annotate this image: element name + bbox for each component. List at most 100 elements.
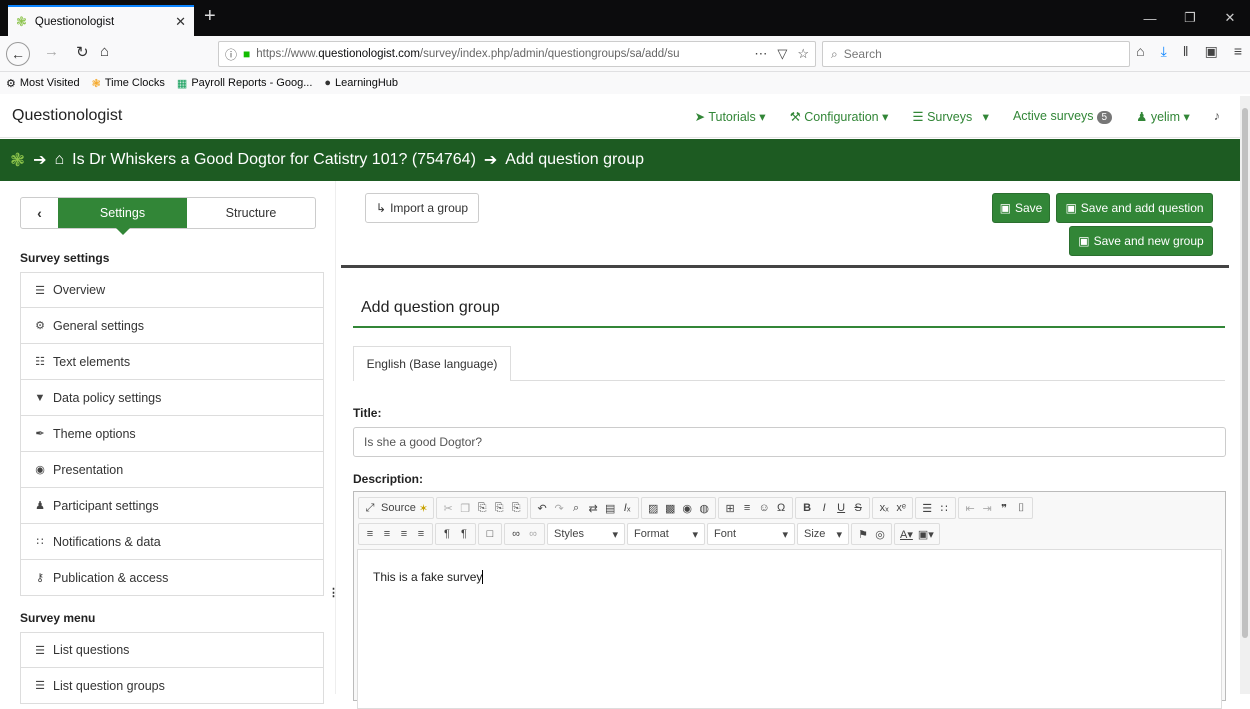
underline-icon[interactable]: U (833, 499, 849, 517)
sidebar-item-participant-settings[interactable]: ♟ Participant settings (20, 488, 324, 524)
source-button[interactable]: Source ✶ (379, 499, 430, 517)
ltr-icon[interactable]: ¶ (439, 525, 455, 543)
rtl-icon[interactable]: ¶ (456, 525, 472, 543)
nav-user[interactable]: ♟ yelim ▾ (1136, 109, 1190, 124)
page-actions-icon[interactable]: ⋯ (754, 46, 767, 62)
restore-icon[interactable]: ❐ (1170, 0, 1210, 36)
home-icon[interactable]: ⌂ (55, 151, 65, 169)
nav-configuration[interactable]: ⚒ Configuration ▾ (790, 109, 889, 124)
bold-icon[interactable]: B (799, 499, 815, 517)
tab-structure[interactable]: Structure (187, 198, 315, 228)
link-icon[interactable]: ∞ (508, 525, 524, 543)
sidebar-item-theme-options[interactable]: ✒ Theme options (20, 416, 324, 452)
sidebar-item-overview[interactable]: ☰ Overview (20, 272, 324, 308)
align-right-icon[interactable]: ≡ (396, 525, 412, 543)
home-icon[interactable]: ⌂ (100, 43, 109, 60)
browser-tab[interactable]: ❃ Questionologist ✕ (8, 5, 194, 36)
text-color-icon[interactable]: A▾ (898, 525, 915, 543)
sidebar-item-data-policy[interactable]: ▼ Data policy settings (20, 380, 324, 416)
blockquote-icon[interactable]: ❞ (996, 499, 1012, 517)
paste-text-icon[interactable]: ⎘ (491, 499, 507, 517)
description-editor-area[interactable]: This is a fake survey​ (357, 549, 1222, 709)
redo-icon[interactable]: ↷ (551, 499, 567, 517)
superscript-icon[interactable]: xᵉ (893, 499, 909, 517)
align-center-icon[interactable]: ≡ (379, 525, 395, 543)
size-select[interactable]: Size ▾ (797, 523, 849, 545)
paste-icon[interactable]: ⎘ (474, 499, 490, 517)
flash-icon[interactable]: ▩ (662, 499, 678, 517)
close-tab-icon[interactable]: ✕ (175, 14, 186, 30)
collapse-sidebar-icon[interactable]: ‹ (21, 198, 58, 228)
page-scrollbar[interactable] (1240, 96, 1250, 694)
bookmark-time-clocks[interactable]: ❃ Time Clocks (92, 77, 165, 90)
library-icon[interactable]: ‖ (1183, 43, 1189, 60)
video-icon[interactable]: ◉ (679, 499, 695, 517)
menu-icon[interactable]: ≡ (1234, 43, 1242, 60)
nav-surveys[interactable]: ☰ Surveys ▾ (912, 109, 989, 124)
bell-icon[interactable]: ♪ (1214, 109, 1220, 124)
templates-icon[interactable]: □ (482, 525, 498, 543)
save-new-group-button[interactable]: ▣ Save and new group (1069, 226, 1213, 256)
image-icon[interactable]: ▨ (645, 499, 661, 517)
bookmark-star-icon[interactable]: ☆ (797, 46, 809, 62)
bulleted-list-icon[interactable]: ∷ (936, 499, 952, 517)
forward-icon[interactable]: → (44, 43, 59, 60)
replace-icon[interactable]: ⇄ (585, 499, 601, 517)
extension-icon[interactable]: ⌂ (1136, 43, 1144, 60)
div-container-icon[interactable]: ⌷ (1013, 499, 1029, 517)
breadcrumb-survey[interactable]: Is Dr Whiskers a Good Dogtor for Catistr… (72, 151, 476, 169)
horizontal-line-icon[interactable]: ≡ (739, 499, 755, 517)
subscript-icon[interactable]: xₓ (876, 499, 892, 517)
scroll-thumb[interactable] (1242, 108, 1248, 638)
sidebar-item-list-questions[interactable]: ☰ List questions (20, 632, 324, 668)
sidebar-item-general-settings[interactable]: ⚙ General settings (20, 308, 324, 344)
find-icon[interactable]: ⌕ (568, 499, 584, 517)
title-input[interactable] (353, 427, 1226, 457)
indent-icon[interactable]: ⇥ (979, 499, 995, 517)
sidebar-item-publication[interactable]: ⚷ Publication & access (20, 560, 324, 596)
outdent-icon[interactable]: ⇤ (962, 499, 978, 517)
background-color-icon[interactable]: ▣▾ (916, 525, 936, 543)
url-bar[interactable]: ⓘ ■ https://www.questionologist.com/surv… (218, 41, 816, 67)
select-all-icon[interactable]: ▤ (602, 499, 618, 517)
save-add-question-button[interactable]: ▣ Save and add question (1056, 193, 1213, 223)
tab-english-base-language[interactable]: English (Base language) (353, 346, 511, 381)
reload-icon[interactable]: ↻ (76, 43, 89, 61)
special-char-icon[interactable]: Ω (773, 499, 789, 517)
justify-icon[interactable]: ≡ (413, 525, 429, 543)
sidebar-item-presentation[interactable]: ◉ Presentation (20, 452, 324, 488)
sidebar-item-text-elements[interactable]: ☷ Text elements (20, 344, 324, 380)
iframe-icon[interactable]: ◍ (696, 499, 712, 517)
info-icon[interactable]: ⓘ (225, 46, 237, 63)
new-tab-icon[interactable]: + (204, 4, 216, 28)
unlink-icon[interactable]: ∞ (525, 525, 541, 543)
smiley-icon[interactable]: ☺ (756, 499, 772, 517)
import-group-button[interactable]: ↳ Import a group (365, 193, 480, 223)
numbered-list-icon[interactable]: ☰ (919, 499, 935, 517)
sidebar-icon[interactable]: ▣ (1205, 43, 1218, 60)
format-select[interactable]: Format ▾ (627, 523, 705, 545)
minimize-icon[interactable]: — (1130, 0, 1170, 36)
paste-word-icon[interactable]: ⎘ (508, 499, 524, 517)
download-icon[interactable]: ⤓ (1161, 43, 1167, 60)
url-text[interactable]: https://www.questionologist.com/survey/i… (256, 48, 754, 60)
sidebar-item-notifications[interactable]: ∷ Notifications & data (20, 524, 324, 560)
strikethrough-icon[interactable]: S (850, 499, 866, 517)
brand-name[interactable]: Questionologist (12, 107, 122, 125)
save-button[interactable]: ▣ Save (992, 193, 1050, 223)
maximize-icon[interactable]: ⤢ (362, 499, 378, 517)
search-bar[interactable]: ⌕ Search (822, 41, 1130, 67)
nav-active-surveys[interactable]: Active surveys 5 (1013, 109, 1113, 124)
font-select[interactable]: Font ▾ (707, 523, 795, 545)
bookmark-learninghub[interactable]: ● LearningHub (324, 77, 398, 89)
pocket-icon[interactable]: ▽ (777, 46, 787, 62)
back-icon[interactable]: ← (6, 42, 30, 66)
remove-format-icon[interactable]: Iₓ (619, 499, 635, 517)
tab-settings[interactable]: Settings (58, 198, 187, 235)
globe-icon[interactable]: ◎ (872, 525, 888, 543)
align-left-icon[interactable]: ≡ (362, 525, 378, 543)
close-window-icon[interactable]: ✕ (1210, 0, 1250, 36)
sidebar-item-list-question-groups[interactable]: ☰ List question groups (20, 668, 324, 704)
styles-select[interactable]: Styles ▾ (547, 523, 625, 545)
bookmark-most-visited[interactable]: ⚙ Most Visited (6, 77, 80, 90)
